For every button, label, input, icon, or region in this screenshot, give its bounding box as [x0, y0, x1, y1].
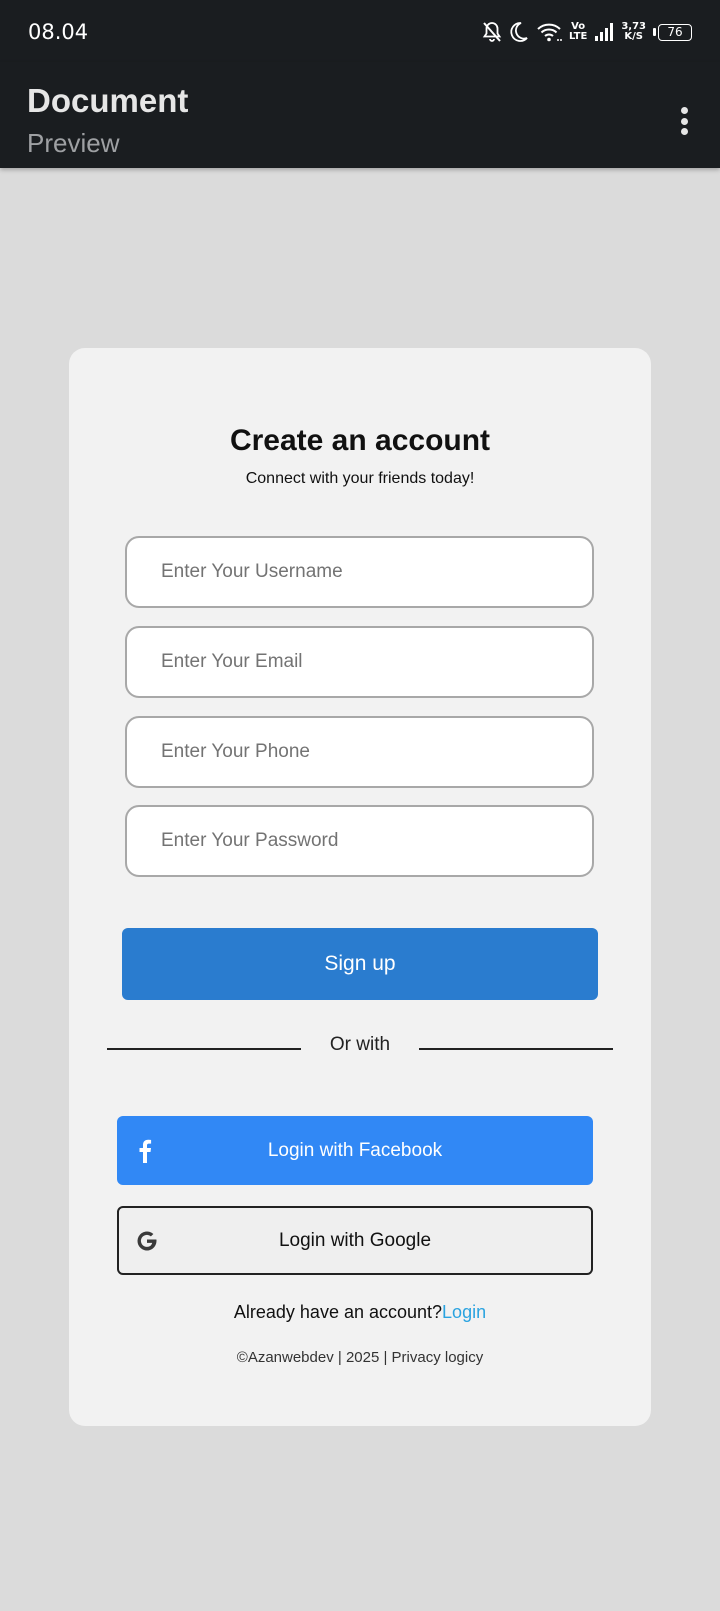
phone-input[interactable]: [125, 716, 594, 788]
email-input[interactable]: [125, 626, 594, 698]
divider-line-right: [419, 1048, 613, 1050]
facebook-login-button[interactable]: Login with Facebook: [117, 1116, 593, 1185]
already-account-text: Already have an account?: [233, 1302, 443, 1322]
more-vert-icon[interactable]: [672, 103, 696, 139]
wifi-icon: [537, 23, 562, 42]
battery-tip: [653, 28, 656, 36]
signup-button[interactable]: Sign up: [122, 928, 598, 1000]
battery-icon: 76: [653, 23, 692, 41]
already-account-row: Already have an account?Login: [69, 1302, 651, 1323]
speed-unit: K/S: [624, 31, 643, 42]
divider-text: Or with: [329, 1034, 391, 1055]
mute-icon: [482, 22, 502, 42]
facebook-login-label: Login with Facebook: [267, 1139, 443, 1161]
google-login-label: Login with Google: [278, 1229, 432, 1251]
google-login-button[interactable]: Login with Google: [117, 1206, 593, 1275]
or-divider: Or with: [107, 1034, 613, 1062]
username-input[interactable]: [125, 536, 594, 608]
app-bar: Document Preview: [0, 62, 720, 168]
login-link[interactable]: Login: [442, 1302, 486, 1322]
menu-dot: [680, 107, 688, 114]
volte-bottom: LTE: [568, 31, 588, 42]
google-icon: [135, 1229, 159, 1253]
network-speed: 3,73 K/S: [621, 22, 646, 42]
password-input[interactable]: [125, 805, 594, 877]
menu-dot: [680, 128, 688, 135]
battery-level: 76: [658, 23, 692, 41]
volte-indicator: Vo LTE: [569, 22, 587, 42]
signal-icon: [595, 23, 614, 41]
status-time: 08.04: [28, 20, 89, 44]
app-title: Document: [27, 82, 189, 119]
moon-icon: [510, 22, 528, 42]
status-icons: Vo LTE 3,73 K/S 76: [482, 18, 692, 46]
app-subtitle: Preview: [27, 128, 120, 158]
signup-card: Create an account Connect with your frie…: [69, 348, 651, 1426]
footer-text: ©Azanwebdev | 2025 | Privacy logicy: [236, 1349, 484, 1366]
status-bar: 08.04 Vo LTE 3,73 K/S 76: [0, 0, 720, 62]
facebook-icon: [133, 1139, 157, 1163]
menu-dot: [680, 117, 688, 125]
form-subtitle: Connect with your friends today!: [245, 470, 475, 487]
form-title: Create an account: [229, 424, 491, 457]
